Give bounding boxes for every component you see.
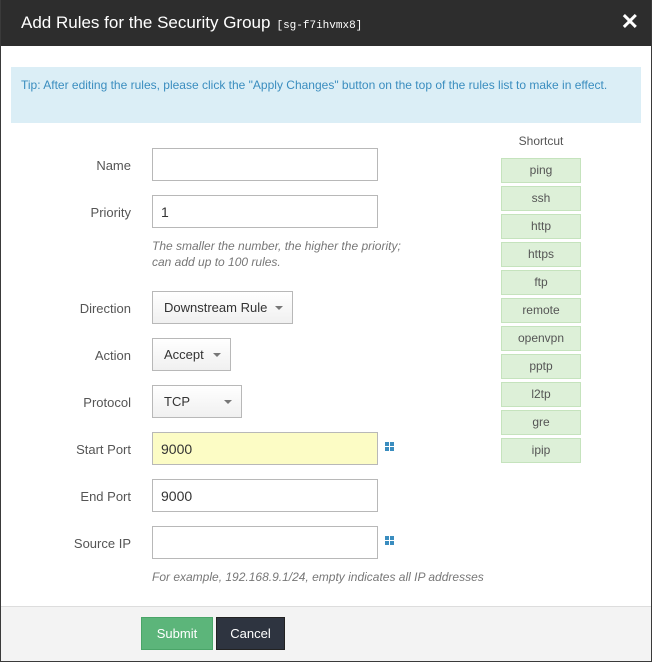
shortcut-remote[interactable]: remote (501, 298, 581, 323)
action-label: Action (94, 348, 131, 363)
shortcut-https[interactable]: https (501, 242, 581, 267)
action-value: Accept (164, 347, 204, 362)
shortcut-ssh[interactable]: ssh (501, 186, 581, 211)
security-group-rule-dialog: Add Rules for the Security Group [sg-f7ih… (1, 0, 651, 661)
protocol-label: Protocol (83, 395, 131, 410)
grid-icon[interactable] (385, 442, 394, 451)
priority-input[interactable] (152, 195, 378, 228)
dialog-title: Add Rules for the Security Group [sg-f7ih… (21, 13, 362, 33)
shortcut-gre[interactable]: gre (501, 410, 581, 435)
grid-icon[interactable] (385, 536, 394, 545)
chevron-down-icon (224, 400, 232, 404)
shortcut-ftp[interactable]: ftp (501, 270, 581, 295)
security-group-id: [sg-f7ihvmx8] (276, 20, 363, 32)
tip-message: Tip: After editing the rules, please cli… (11, 67, 641, 123)
close-icon[interactable]: ✕ (621, 11, 639, 33)
protocol-select[interactable]: TCP (152, 385, 242, 418)
dialog-title-text: Add Rules for the Security Group (21, 13, 271, 32)
direction-value: Downstream Rule (164, 300, 268, 315)
source-ip-input[interactable] (152, 526, 378, 559)
protocol-value: TCP (164, 394, 190, 409)
source-ip-hint: For example, 192.168.9.1/24, empty indic… (152, 570, 484, 584)
dialog-footer: Submit Cancel (1, 606, 651, 661)
end-port-label: End Port (80, 489, 131, 504)
start-port-label: Start Port (76, 442, 131, 457)
shortcut-title: Shortcut (518, 134, 564, 148)
shortcut-ping[interactable]: ping (501, 158, 581, 183)
priority-label: Priority (90, 205, 131, 220)
name-input[interactable] (152, 148, 378, 181)
name-label: Name (96, 158, 131, 173)
priority-hint-line2: can add up to 100 rules. (152, 255, 281, 269)
priority-hint-line1: The smaller the number, the higher the p… (152, 239, 401, 253)
shortcut-l2tp[interactable]: l2tp (501, 382, 581, 407)
cancel-button[interactable]: Cancel (216, 617, 285, 650)
chevron-down-icon (275, 306, 283, 310)
direction-select[interactable]: Downstream Rule (152, 291, 293, 324)
dialog-header: Add Rules for the Security Group [sg-f7ih… (1, 0, 651, 46)
chevron-down-icon (213, 353, 221, 357)
submit-button[interactable]: Submit (141, 617, 213, 650)
action-select[interactable]: Accept (152, 338, 231, 371)
start-port-input[interactable] (152, 432, 378, 465)
shortcut-pptp[interactable]: pptp (501, 354, 581, 379)
shortcut-http[interactable]: http (501, 214, 581, 239)
source-ip-label: Source IP (73, 536, 131, 551)
shortcut-ipip[interactable]: ipip (501, 438, 581, 463)
direction-label: Direction (79, 301, 131, 316)
priority-hint: The smaller the number, the higher the p… (152, 238, 401, 270)
shortcut-openvpn[interactable]: openvpn (501, 326, 581, 351)
end-port-input[interactable] (152, 479, 378, 512)
